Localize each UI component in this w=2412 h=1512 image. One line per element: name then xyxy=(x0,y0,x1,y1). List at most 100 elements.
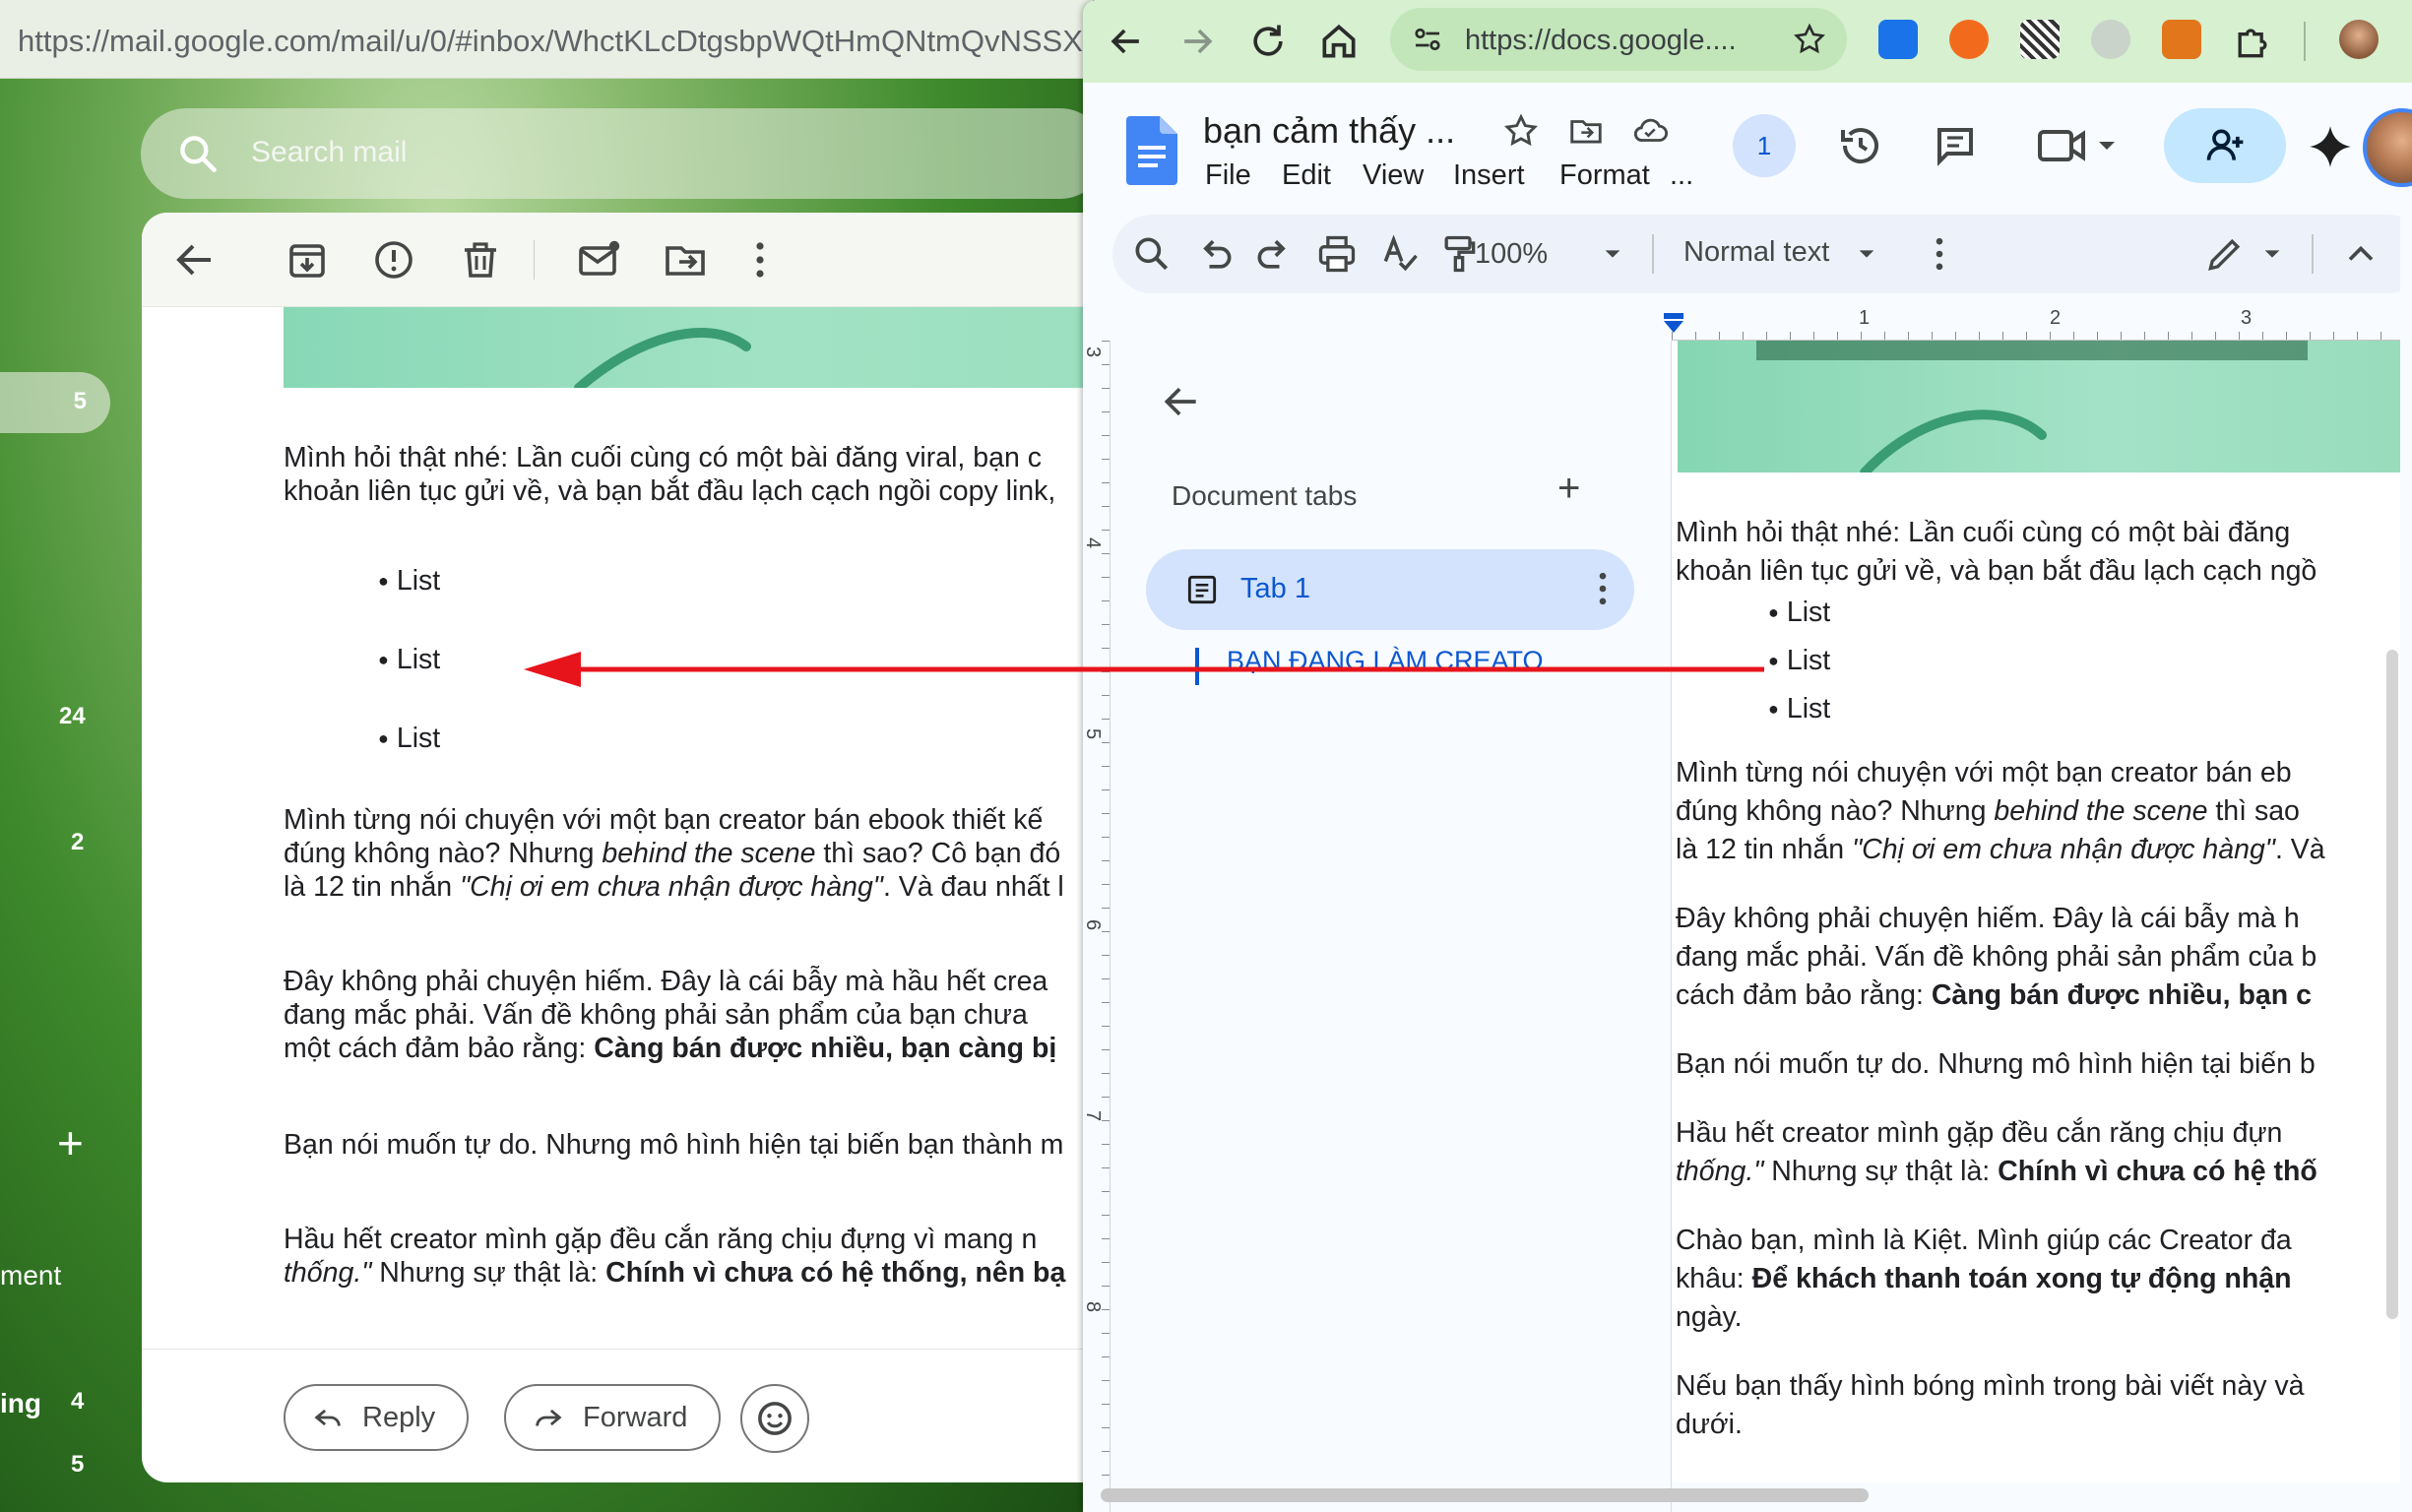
menu-format[interactable]: Format xyxy=(1559,159,1650,192)
delete-icon[interactable] xyxy=(457,236,504,284)
doc-text-line: dưới. xyxy=(1676,1409,1743,1440)
reload-icon[interactable] xyxy=(1246,20,1290,63)
gmail-address-bar[interactable]: https://mail.google.com/mail/u/0/#inbox/… xyxy=(0,0,1093,79)
side-panel-strip xyxy=(2400,209,2412,1512)
add-tab-icon[interactable]: + xyxy=(1557,469,1580,508)
tab-item-tab-1[interactable]: Tab 1 xyxy=(1146,549,1634,630)
paragraph-style-select[interactable]: Normal text xyxy=(1683,236,1829,269)
spellcheck-icon[interactable] xyxy=(1378,232,1422,276)
collaborator-count-badge[interactable]: 1 xyxy=(1733,114,1796,177)
horizontal-scrollbar[interactable] xyxy=(1101,1488,1869,1502)
horizontal-ruler[interactable]: 1 2 3 xyxy=(1664,307,2412,341)
add-label-icon[interactable]: + xyxy=(57,1120,84,1166)
doc-text-line: Đây không phải chuyện hiếm. Đây là cái b… xyxy=(1676,903,2300,934)
doc-text-line: Hầu hết creator mình gặp đều cắn răng ch… xyxy=(1676,1117,2283,1149)
doc-list-item: List xyxy=(1768,597,1830,629)
star-icon[interactable] xyxy=(1502,112,1540,150)
vertical-ruler[interactable]: 3 4 5 6 7 8 xyxy=(1083,341,1111,1512)
forward-icon[interactable] xyxy=(1175,20,1219,63)
style-dropdown-icon[interactable] xyxy=(1845,232,1888,276)
move-folder-icon[interactable] xyxy=(1567,112,1605,150)
menu-edit[interactable]: Edit xyxy=(1282,159,1331,192)
forward-label: Forward xyxy=(583,1401,688,1433)
gemini-sparkle-icon[interactable] xyxy=(2306,122,2355,171)
translate-extension-icon[interactable] xyxy=(1878,20,1918,59)
document-page[interactable]: Mình hỏi thật nhé: Lần cuối cùng có một … xyxy=(1672,341,2400,1482)
sidebar-label[interactable]: ing xyxy=(0,1388,41,1419)
document-tabs-heading: Document tabs xyxy=(1172,480,1358,511)
bookmark-star-icon[interactable] xyxy=(1792,22,1827,57)
emoji-reaction-button[interactable] xyxy=(740,1384,809,1453)
gmail-window: https://mail.google.com/mail/u/0/#inbox/… xyxy=(0,0,1093,1512)
zoom-select[interactable]: 100% xyxy=(1475,238,1548,271)
collapse-menus-icon[interactable] xyxy=(2339,232,2382,276)
search-placeholder: Search mail xyxy=(251,136,408,168)
metamask-fox-icon[interactable] xyxy=(2162,20,2201,59)
site-settings-icon[interactable] xyxy=(1410,22,1445,57)
document-tab-icon xyxy=(1187,575,1217,604)
extensions-puzzle-icon[interactable] xyxy=(2231,20,2274,63)
doc-text-line: Chào bạn, mình là Kiệt. Mình giúp các Cr… xyxy=(1676,1225,2292,1256)
print-icon[interactable] xyxy=(1315,232,1359,276)
redo-icon[interactable] xyxy=(1252,232,1296,276)
mark-unread-icon[interactable] xyxy=(575,236,622,284)
sidebar-count: 4 xyxy=(71,1388,85,1415)
move-to-icon[interactable] xyxy=(662,236,709,284)
menu-file[interactable]: File xyxy=(1205,159,1251,192)
tab-label: Tab 1 xyxy=(1240,573,1310,604)
home-icon[interactable] xyxy=(1317,20,1361,63)
doc-text-line: là 12 tin nhắn "Chị ơi em chưa nhận được… xyxy=(1676,834,2325,865)
search-mail-box[interactable]: Search mail xyxy=(141,108,1093,199)
profile-avatar[interactable] xyxy=(2339,20,2379,59)
doc-text-line: đang mắc phải. Vấn đề không phải sản phẩ… xyxy=(1676,941,2317,973)
doc-text-line: thống." Nhưng sự thật là: Chính vì chưa … xyxy=(1676,1156,2317,1187)
cloud-saved-icon[interactable] xyxy=(1630,112,1670,150)
version-history-icon[interactable] xyxy=(1837,122,1884,169)
archive-icon[interactable] xyxy=(284,236,331,284)
menu-insert[interactable]: Insert xyxy=(1453,159,1525,192)
outline-indicator xyxy=(1195,648,1199,685)
undo-icon[interactable] xyxy=(1193,232,1237,276)
back-arrow-icon[interactable] xyxy=(171,236,219,284)
more-vert-icon[interactable] xyxy=(736,236,784,284)
search-menus-icon[interactable] xyxy=(1130,232,1174,276)
meet-video-icon[interactable] xyxy=(2034,122,2121,169)
mail-text-line: Đây không phải chuyện hiếm. Đây là cái b… xyxy=(284,966,1048,997)
google-docs-logo-icon[interactable] xyxy=(1126,116,1177,185)
doc-text-line: Mình hỏi thật nhé: Lần cuối cùng có một … xyxy=(1676,517,2291,548)
comments-icon[interactable] xyxy=(1932,122,1979,169)
zoom-dropdown-icon[interactable] xyxy=(1591,232,1634,276)
sidebar-item-inbox[interactable]: 5 xyxy=(0,372,110,433)
more-options-icon[interactable] xyxy=(1918,232,1961,276)
document-tabs-panel: Document tabs + Tab 1 BẠN ĐANG LÀM CREAT… xyxy=(1111,341,1672,1512)
document-title[interactable]: bạn cảm thấy ... xyxy=(1203,110,1455,152)
menu-more[interactable]: ... xyxy=(1670,159,1693,192)
mail-text-line: là 12 tin nhắn "Chị ơi em chưa nhận được… xyxy=(284,871,1064,903)
close-tabs-panel-icon[interactable] xyxy=(1160,380,1203,423)
share-button[interactable] xyxy=(2164,108,2286,183)
back-icon[interactable] xyxy=(1105,20,1148,63)
menu-view[interactable]: View xyxy=(1363,159,1424,192)
ruler-mark: 2 xyxy=(2050,307,2062,329)
ruler-mark: 3 xyxy=(1083,346,1105,358)
sidebar-label[interactable]: ment xyxy=(0,1260,61,1292)
mode-dropdown-icon[interactable] xyxy=(2251,232,2294,276)
report-spam-icon[interactable] xyxy=(370,236,417,284)
editing-mode-pencil-icon[interactable] xyxy=(2203,232,2247,276)
doc-text-line: Bạn nói muốn tự do. Nhưng mô hình hiện t… xyxy=(1676,1048,2316,1080)
extension-orange-icon[interactable] xyxy=(1949,20,1989,59)
forward-icon xyxy=(536,1409,562,1426)
vertical-scrollbar[interactable] xyxy=(2386,650,2398,1319)
qr-code-extension-icon[interactable] xyxy=(2020,20,2060,59)
tab-options-icon[interactable] xyxy=(1581,567,1624,610)
list-item: List xyxy=(378,565,440,598)
ruler-mark: 4 xyxy=(1083,536,1105,549)
mail-text-line: đúng không nào? Nhưng behind the scene t… xyxy=(284,838,1061,869)
forward-button[interactable]: Forward xyxy=(504,1384,722,1451)
doc-text-line: Nếu bạn thấy hình bóng mình trong bài vi… xyxy=(1676,1370,2305,1402)
doc-text-line: ngày. xyxy=(1676,1301,1743,1333)
address-bar[interactable]: https://docs.google.... xyxy=(1390,8,1847,71)
react-devtools-icon[interactable] xyxy=(2091,20,2130,59)
reply-button[interactable]: Reply xyxy=(284,1384,470,1451)
outline-heading-item[interactable]: BẠN ĐANG LÀM CREATO xyxy=(1227,646,1630,679)
